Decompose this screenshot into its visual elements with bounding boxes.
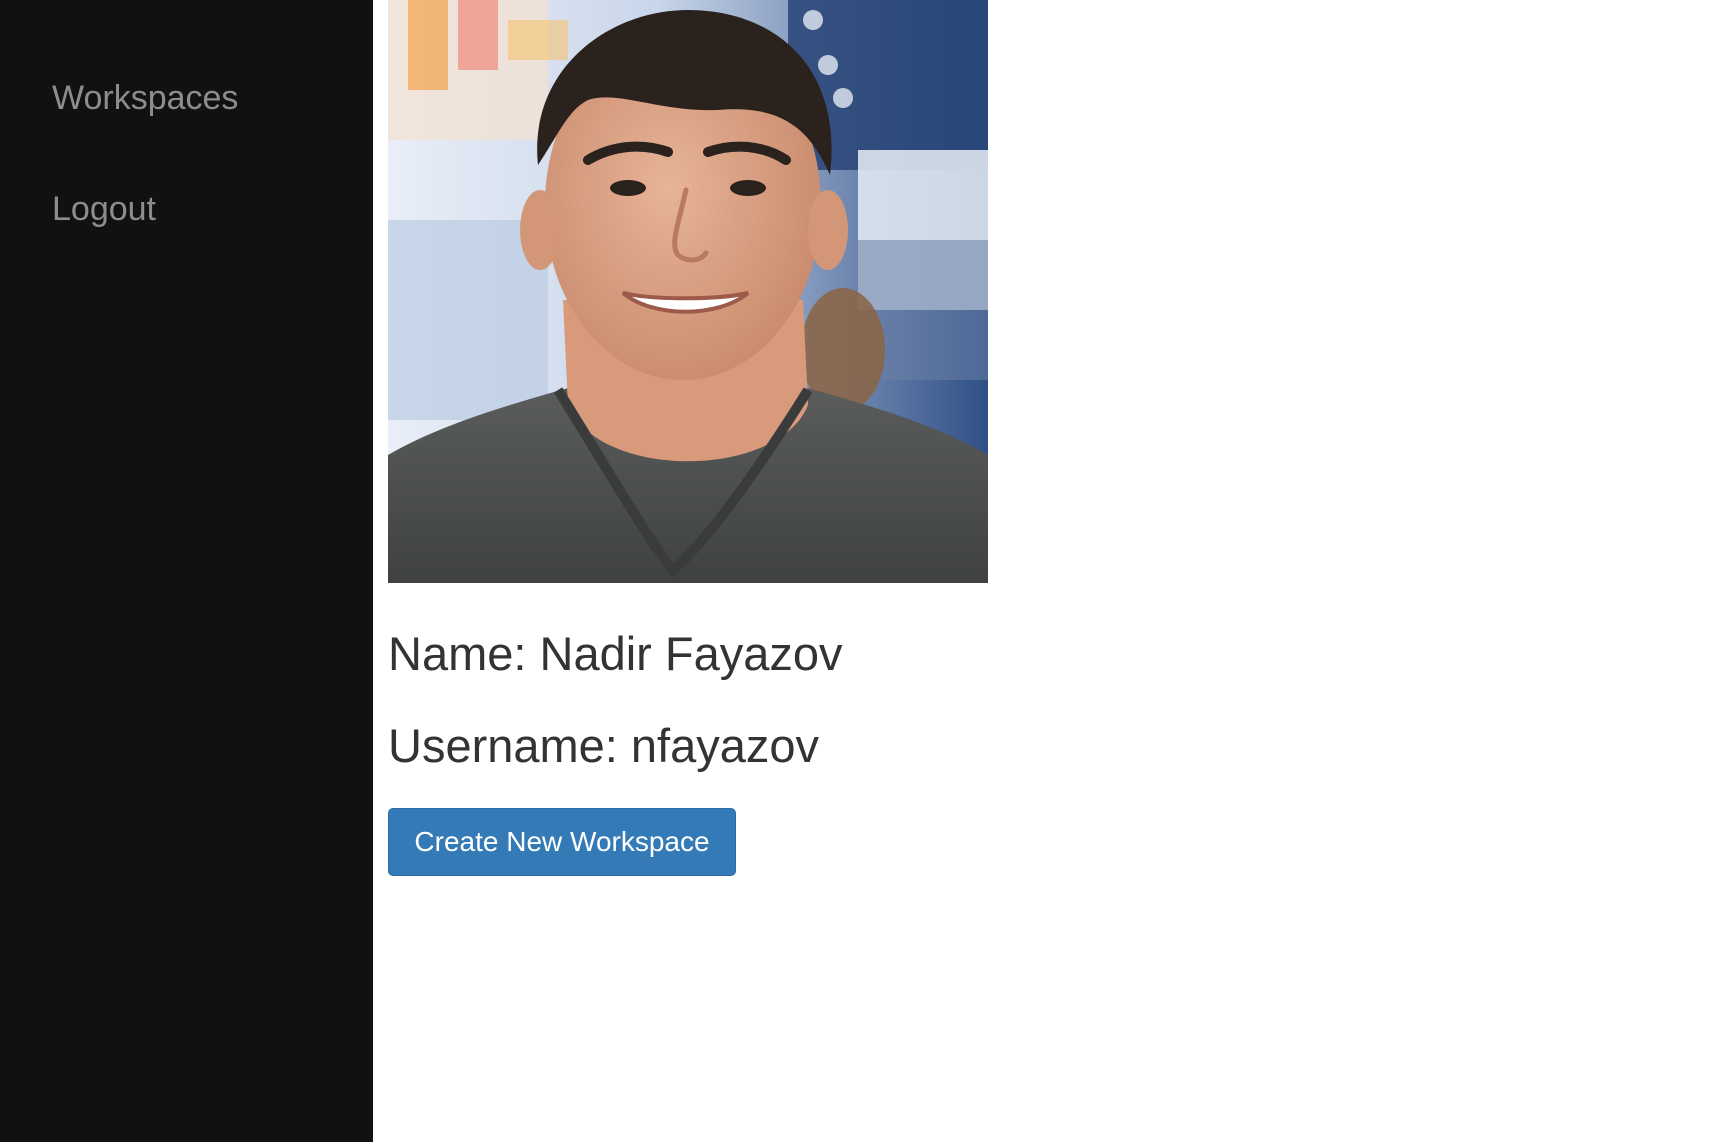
sidebar-item-logout[interactable]: Logout	[52, 192, 156, 226]
username-value: nfayazov	[630, 719, 820, 772]
name-value: Nadir Fayazov	[539, 627, 843, 680]
name-label: Name:	[388, 627, 527, 680]
sidebar: Workspaces Logout	[0, 0, 373, 1142]
profile-photo	[388, 0, 988, 583]
create-workspace-button[interactable]: Create New Workspace	[388, 808, 736, 876]
profile-name: Name: Nadir Fayazov	[388, 630, 843, 677]
profile-username: Username: nfayazov	[388, 722, 819, 769]
sidebar-item-workspaces[interactable]: Workspaces	[52, 81, 238, 115]
username-label: Username:	[388, 719, 618, 772]
